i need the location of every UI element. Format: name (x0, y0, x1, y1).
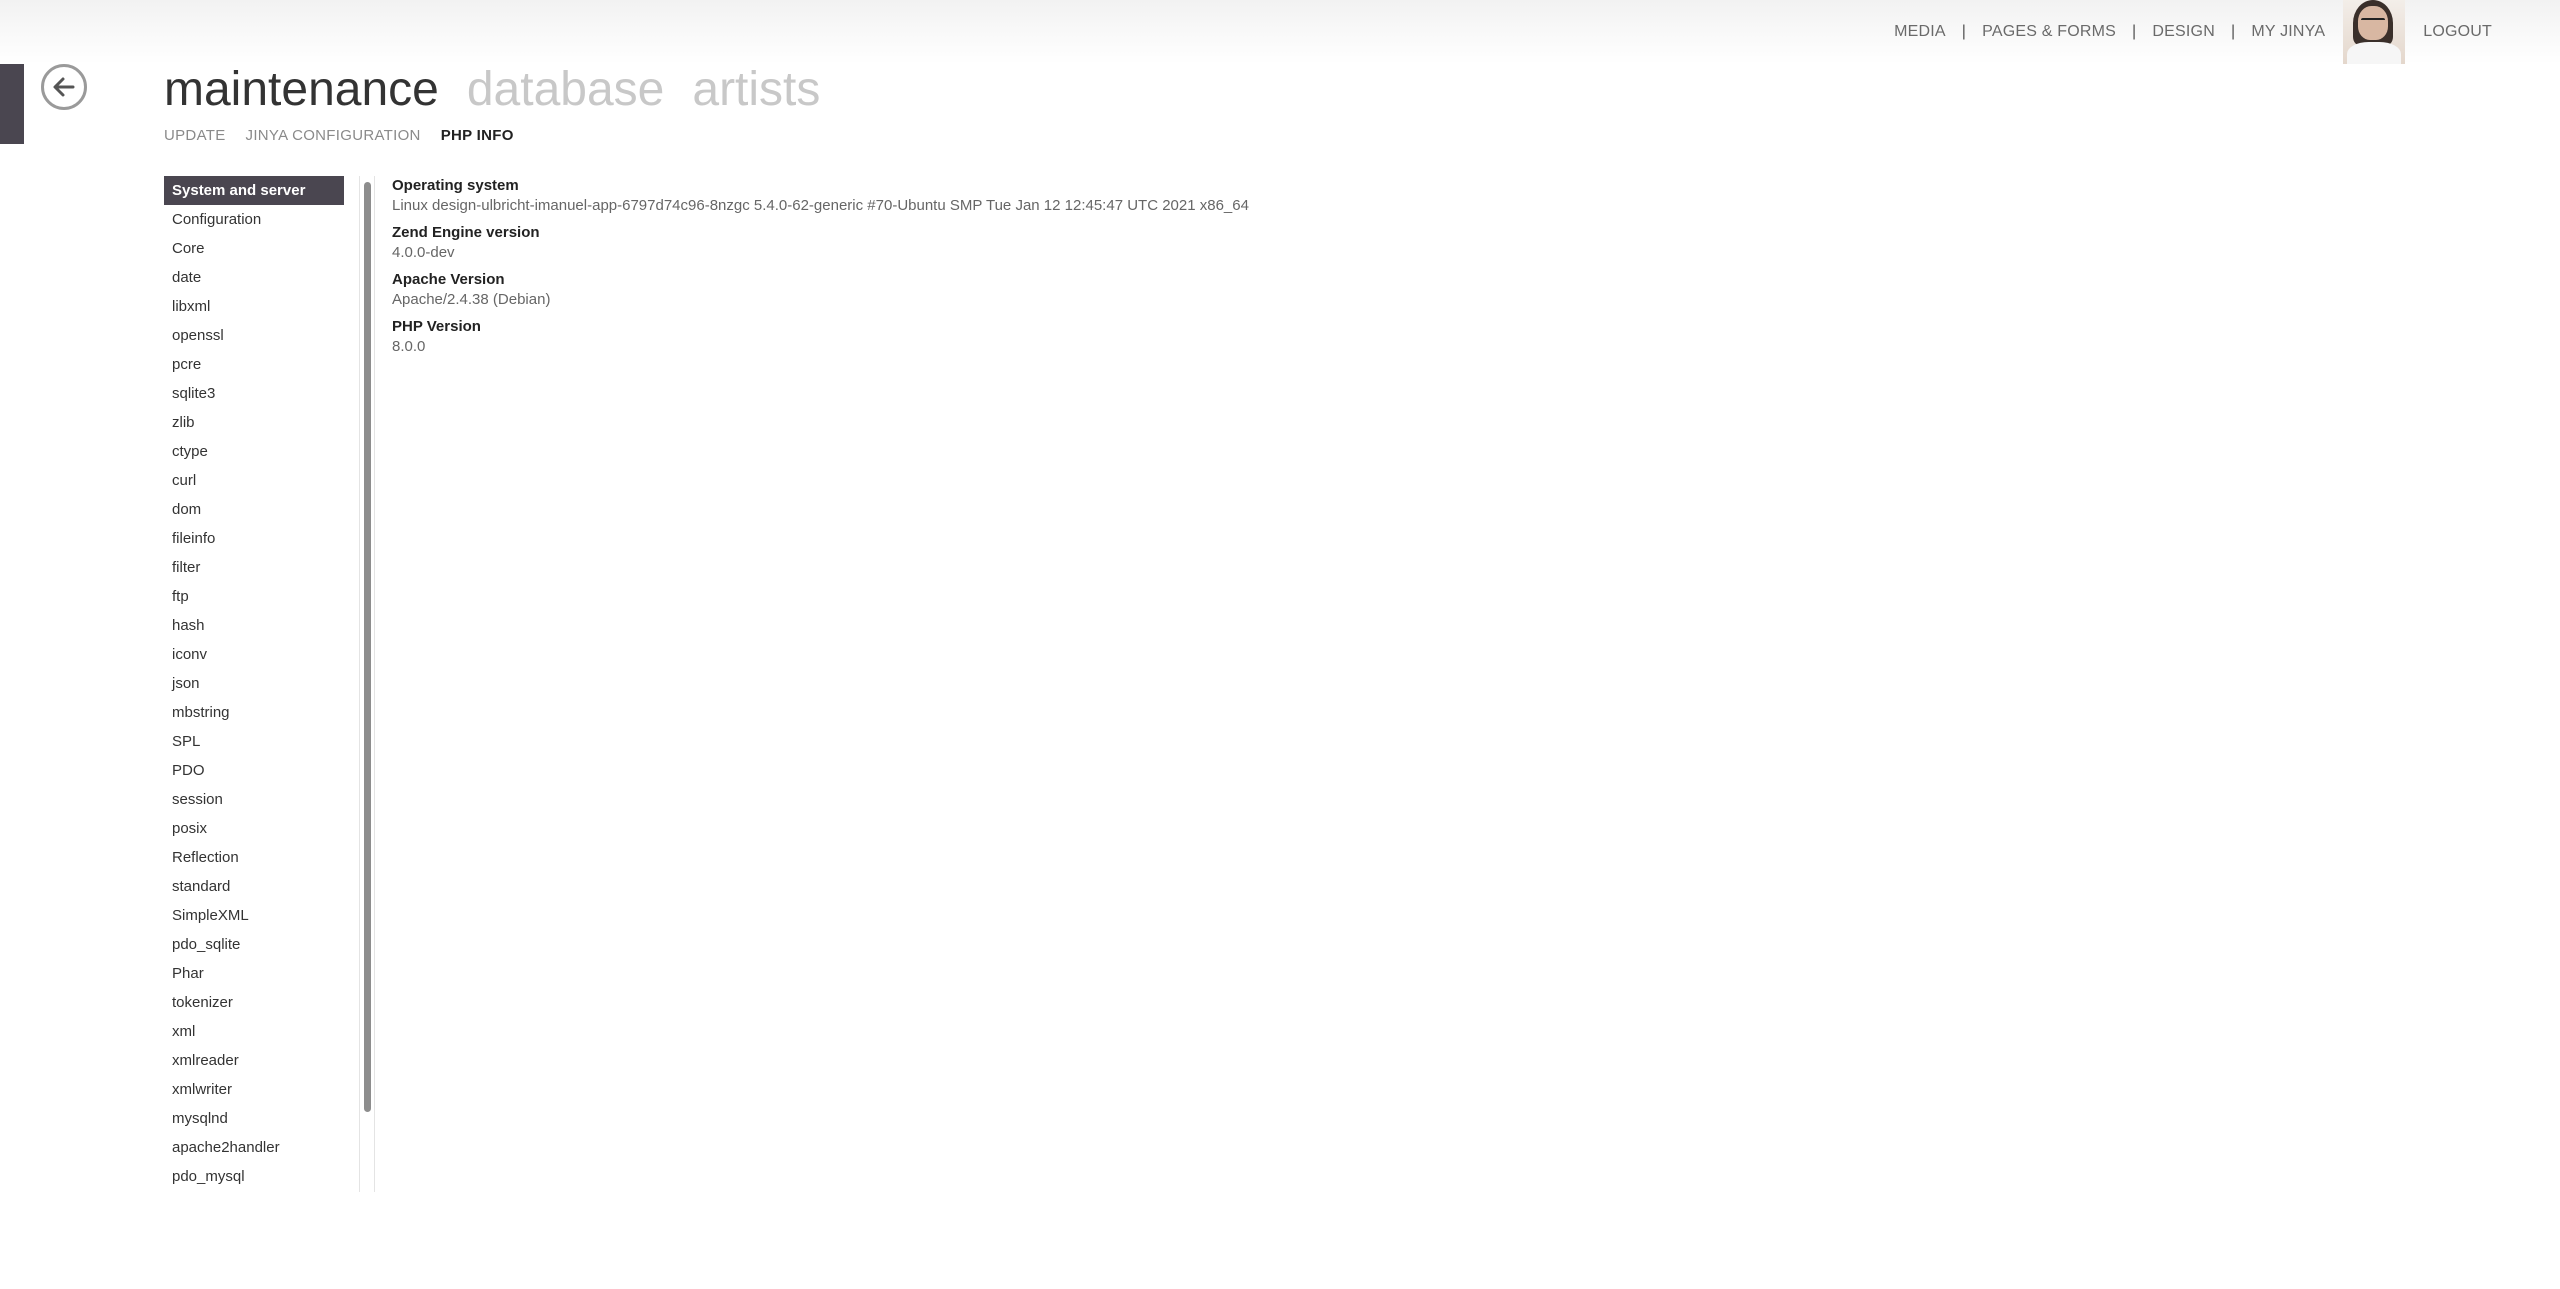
info-value: 8.0.0 (392, 338, 426, 355)
nav-pages-forms[interactable]: PAGES & FORMS (1982, 23, 2116, 41)
sidebar-item[interactable]: SPL (164, 727, 344, 756)
sidebar-item[interactable]: Configuration (164, 205, 344, 234)
sidebar-item[interactable]: ftp (164, 582, 344, 611)
tab-database[interactable]: database (467, 58, 665, 122)
sidebar-item[interactable]: Reflection (164, 843, 344, 872)
logout-link[interactable]: LOGOUT (2423, 23, 2492, 41)
top-navigation: MEDIA | PAGES & FORMS | DESIGN | MY JINY… (1894, 0, 2492, 64)
sidebar-item[interactable]: standard (164, 872, 344, 901)
sub-tabs: UPDATE JINYA CONFIGURATION PHP INFO (164, 124, 534, 148)
nav-separator: | (2230, 23, 2236, 40)
nav-separator: | (2132, 23, 2137, 40)
sidebar-item[interactable]: Core (164, 234, 344, 263)
avatar-glasses (2361, 18, 2386, 25)
avatar-shirt (2347, 42, 2402, 64)
sidebar-item[interactable]: iconv (164, 640, 344, 669)
sidebar-item[interactable]: System and server (164, 176, 344, 205)
sidebar-item[interactable]: json (164, 669, 344, 698)
tab-artists[interactable]: artists (692, 58, 820, 122)
sidebar-item[interactable]: SimpleXML (164, 901, 344, 930)
sidebar-item[interactable]: pcre (164, 350, 344, 379)
sidebar-item[interactable]: hash (164, 611, 344, 640)
info-entry: Apache Version Apache/2.4.38 (Debian) (392, 270, 2392, 310)
subtab-php-info[interactable]: PHP INFO (441, 124, 514, 148)
left-accent-bar (0, 64, 24, 144)
tab-maintenance[interactable]: maintenance (164, 58, 439, 122)
sidebar-item[interactable]: xml (164, 1017, 344, 1046)
info-label: Operating system (392, 177, 519, 194)
sidebar-item[interactable]: curl (164, 466, 344, 495)
sidebar-item[interactable]: PDO (164, 756, 344, 785)
sidebar-scrollbar[interactable] (359, 176, 375, 1192)
info-entry: Operating system Linux design-ulbricht-i… (392, 176, 2392, 216)
back-button[interactable] (41, 64, 87, 110)
arrow-left-icon (53, 77, 75, 97)
sidebar-item[interactable]: fileinfo (164, 524, 344, 553)
subtab-update[interactable]: UPDATE (164, 124, 226, 148)
info-value: Apache/2.4.38 (Debian) (392, 291, 551, 308)
sidebar-item[interactable]: xmlreader (164, 1046, 344, 1075)
info-value: 4.0.0-dev (392, 244, 455, 261)
sidebar-item[interactable]: openssl (164, 321, 344, 350)
php-info-content: Operating system Linux design-ulbricht-i… (392, 176, 2392, 364)
sidebar-item[interactable]: tokenizer (164, 988, 344, 1017)
sidebar-item[interactable]: mysqlnd (164, 1104, 344, 1133)
nav-separator: | (1961, 23, 1967, 40)
subtab-jinya-configuration[interactable]: JINYA CONFIGURATION (246, 124, 421, 148)
nav-media[interactable]: MEDIA (1894, 23, 1946, 41)
info-label: Zend Engine version (392, 224, 540, 241)
nav-design[interactable]: DESIGN (2152, 23, 2215, 41)
sidebar-scrollbar-thumb[interactable] (364, 182, 371, 1112)
sidebar-item[interactable]: posix (164, 814, 344, 843)
sidebar-item[interactable]: date (164, 263, 344, 292)
info-label: PHP Version (392, 318, 481, 335)
sidebar-item[interactable]: session (164, 785, 344, 814)
info-entry: Zend Engine version 4.0.0-dev (392, 223, 2392, 263)
top-bar: MEDIA | PAGES & FORMS | DESIGN | MY JINY… (0, 0, 2560, 64)
sidebar-item[interactable]: xmlwriter (164, 1075, 344, 1104)
sidebar-item[interactable]: Phar (164, 959, 344, 988)
sidebar-item[interactable]: libxml (164, 292, 344, 321)
sidebar-item[interactable]: zlib (164, 408, 344, 437)
info-value: Linux design-ulbricht-imanuel-app-6797d7… (392, 197, 1249, 214)
sidebar-item[interactable]: apache2handler (164, 1133, 344, 1162)
sidebar-item[interactable]: filter (164, 553, 344, 582)
info-entry: PHP Version 8.0.0 (392, 317, 2392, 357)
sidebar-item[interactable]: pdo_mysql (164, 1162, 344, 1191)
sidebar-list: System and server Configuration Core dat… (164, 176, 344, 1192)
user-avatar[interactable] (2343, 0, 2406, 64)
sidebar-item[interactable]: pdo_sqlite (164, 930, 344, 959)
sidebar-item[interactable]: mbstring (164, 698, 344, 727)
sidebar-item[interactable]: dom (164, 495, 344, 524)
nav-my-jinya[interactable]: MY JINYA (2251, 23, 2325, 41)
sidebar-item[interactable]: ctype (164, 437, 344, 466)
sidebar-item[interactable]: sqlite3 (164, 379, 344, 408)
info-label: Apache Version (392, 271, 505, 288)
main-tabs: maintenance database artists (164, 58, 848, 122)
